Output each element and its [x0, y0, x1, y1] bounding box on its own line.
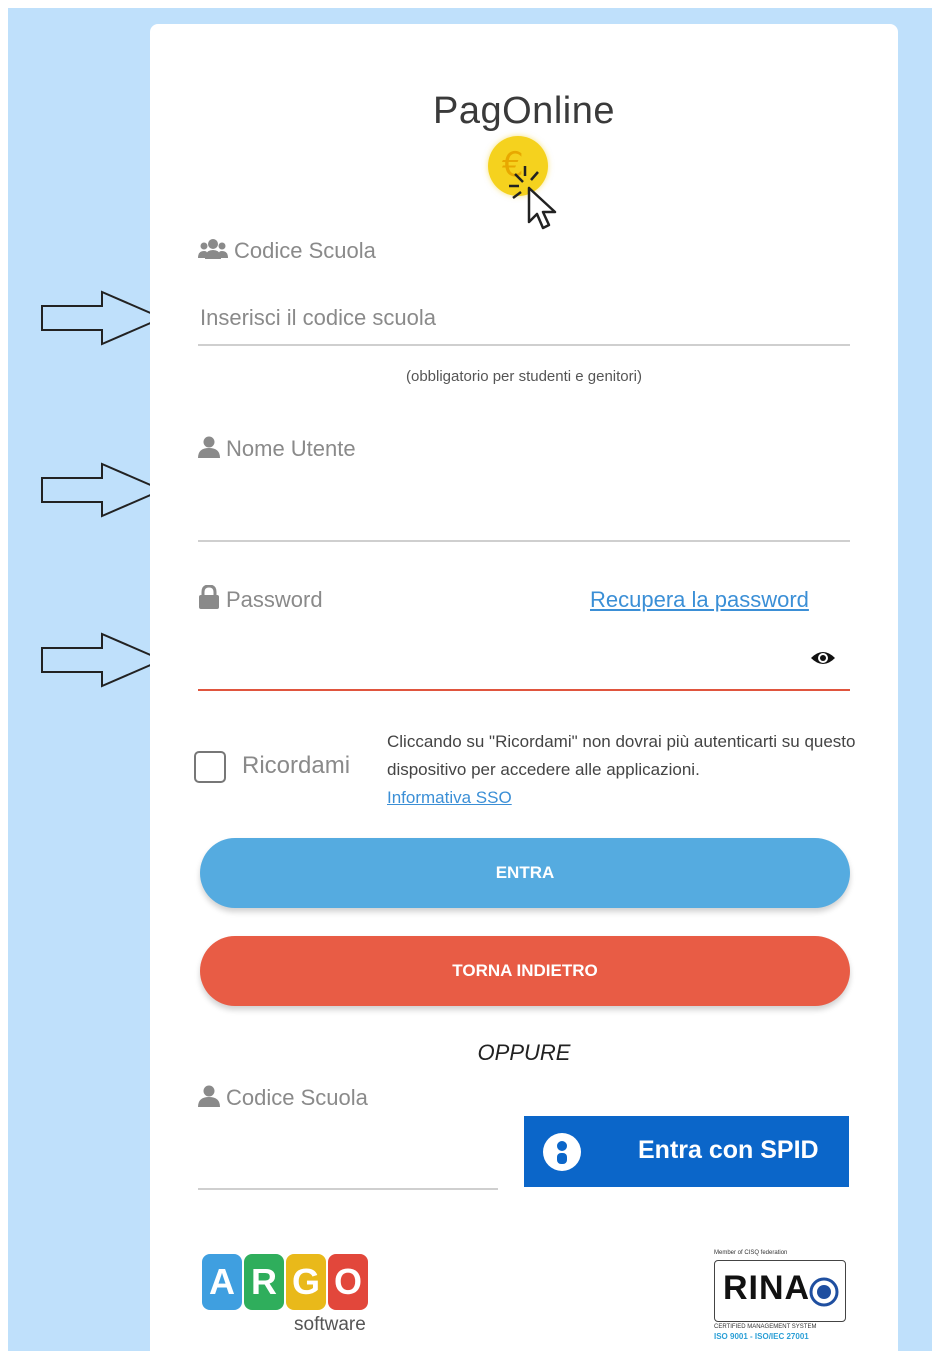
- remember-checkbox[interactable]: [194, 751, 226, 783]
- rina-badge: RINA: [714, 1260, 846, 1322]
- spid-school-code-label-text: Codice Scuola: [226, 1085, 368, 1110]
- rina-certification-logo: Member of CISQ federation RINA CERTIFIED…: [714, 1250, 848, 1342]
- spid-user-icon: [543, 1133, 581, 1171]
- school-code-label: Codice Scuola: [198, 238, 376, 264]
- spid-login-button[interactable]: Entra con SPID: [524, 1116, 849, 1187]
- spid-button-label: Entra con SPID: [638, 1136, 819, 1164]
- remember-note: Cliccando su "Ricordami" non dovrai più …: [387, 728, 867, 812]
- recover-password-link[interactable]: Recupera la password: [590, 587, 809, 613]
- argo-letter-a: A: [202, 1254, 242, 1310]
- eye-icon[interactable]: [810, 648, 836, 668]
- sso-info-link[interactable]: Informativa SSO: [387, 788, 512, 807]
- back-button[interactable]: TORNA INDIETRO: [200, 936, 850, 1006]
- spid-school-code-input[interactable]: [198, 1138, 502, 1176]
- rina-bottom-text: CERTIFIED MANAGEMENT SYSTEM: [714, 1324, 817, 1330]
- annotation-arrow-3-icon: [41, 632, 165, 688]
- school-code-label-text: Codice Scuola: [234, 238, 376, 263]
- username-label-text: Nome Utente: [226, 436, 356, 461]
- lock-icon: [199, 584, 219, 609]
- school-code-hint: (obbligatorio per studenti e genitori): [406, 368, 642, 385]
- school-code-input[interactable]: [198, 300, 852, 336]
- app-title: PagOnline: [433, 90, 615, 132]
- argo-letter-g: G: [286, 1254, 326, 1310]
- username-underline: [198, 540, 850, 542]
- password-input[interactable]: [198, 642, 802, 680]
- or-separator: OPPURE: [477, 1040, 571, 1065]
- certification-seal-icon: [809, 1277, 839, 1307]
- argo-subtitle: software: [294, 1314, 366, 1335]
- user-icon: [198, 1085, 220, 1107]
- click-cursor-icon: [509, 166, 557, 230]
- users-icon: [198, 239, 228, 259]
- remember-label[interactable]: Ricordami: [242, 752, 350, 780]
- annotation-arrow-1-icon: [41, 290, 165, 346]
- argo-letter-o: O: [328, 1254, 368, 1310]
- annotation-arrow-2-icon: [41, 462, 165, 518]
- password-label-text: Password: [226, 587, 323, 612]
- user-icon: [198, 436, 220, 458]
- rina-word: RINA: [723, 1269, 811, 1307]
- username-input[interactable]: [198, 494, 852, 532]
- login-button[interactable]: ENTRA: [200, 838, 850, 908]
- rina-iso-text: ISO 9001 - ISO/IEC 27001: [714, 1332, 809, 1341]
- argo-letter-r: R: [244, 1254, 284, 1310]
- rina-top-text: Member of CISQ federation: [714, 1250, 788, 1256]
- remember-note-text: Cliccando su "Ricordami" non dovrai più …: [387, 732, 856, 779]
- spid-school-code-label: Codice Scuola: [198, 1085, 368, 1111]
- username-label: Nome Utente: [198, 436, 356, 462]
- password-underline: [198, 689, 850, 691]
- login-card: PagOnline € Codice Scuola (obbligatorio …: [150, 24, 898, 1351]
- password-label: Password: [198, 584, 323, 613]
- spid-school-code-underline: [198, 1188, 498, 1190]
- argo-logo: ARGO: [202, 1254, 370, 1310]
- school-code-underline: [198, 344, 850, 346]
